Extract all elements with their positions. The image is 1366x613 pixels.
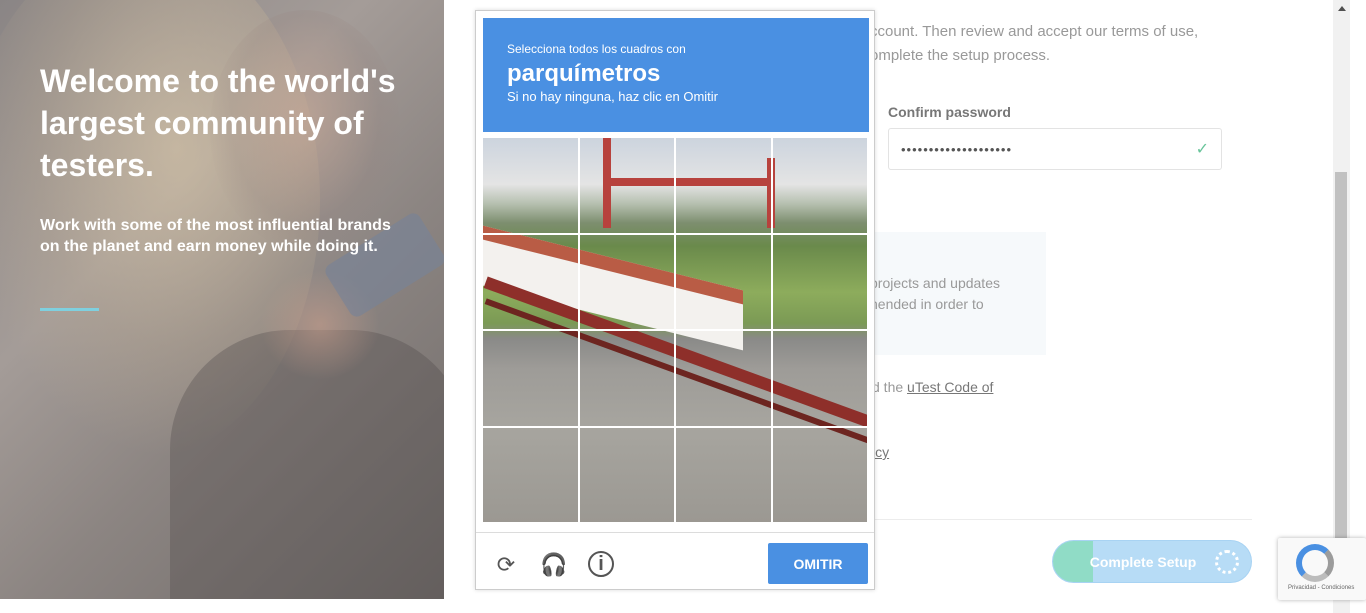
captcha-tile[interactable]	[579, 331, 676, 428]
reload-icon[interactable]: ⟳	[492, 551, 520, 579]
page-scrollbar[interactable]	[1333, 0, 1350, 613]
captcha-tile[interactable]	[772, 234, 869, 331]
hero-accent-line	[40, 308, 99, 311]
code-of-conduct-prefix: d the	[872, 379, 908, 395]
setup-intro-text: ccount. Then review and accept our terms…	[870, 23, 1199, 64]
captcha-tile[interactable]	[483, 331, 580, 428]
captcha-tile[interactable]	[579, 138, 676, 235]
captcha-tile[interactable]	[676, 138, 773, 235]
captcha-tile[interactable]	[676, 427, 773, 524]
captcha-tile[interactable]	[483, 427, 580, 524]
captcha-footer: ⟳ 🎧 i OMITIR	[476, 532, 874, 589]
captcha-tile[interactable]	[483, 234, 580, 331]
check-icon: ✓	[1195, 141, 1209, 158]
captcha-tile[interactable]	[483, 138, 580, 235]
audio-icon[interactable]: 🎧	[540, 551, 568, 579]
hero-panel: Welcome to the world's largest community…	[0, 0, 444, 599]
captcha-header: Selecciona todos los cuadros con parquím…	[483, 18, 869, 132]
info-box: projects and updates hended in order to	[868, 232, 1046, 355]
hero-subtitle: Work with some of the most influential b…	[40, 217, 391, 255]
code-of-conduct-link[interactable]: uTest Code of	[907, 379, 993, 395]
confirm-password-input[interactable]: •••••••••••••••••••• ✓	[888, 128, 1222, 170]
captcha-tile[interactable]	[676, 331, 773, 428]
captcha-challenge: Selecciona todos los cuadros con parquím…	[475, 10, 875, 590]
captcha-tile[interactable]	[772, 331, 869, 428]
captcha-tile[interactable]	[772, 138, 869, 235]
recaptcha-badge[interactable]: Privacidad - Condiciones	[1278, 538, 1366, 600]
complete-setup-label: Complete Setup	[1089, 553, 1197, 570]
scroll-up-arrow-icon[interactable]	[1338, 6, 1346, 11]
captcha-tile[interactable]	[579, 427, 676, 524]
captcha-hint: Si no hay ninguna, haz clic en Omitir	[507, 89, 718, 104]
captcha-image-grid	[483, 138, 869, 524]
info-icon[interactable]: i	[588, 551, 614, 577]
hero-title: Welcome to the world's largest community…	[40, 63, 396, 183]
captcha-tile[interactable]	[676, 234, 773, 331]
scrollbar-thumb[interactable]	[1335, 172, 1347, 542]
recaptcha-logo-icon	[1296, 544, 1334, 582]
captcha-tile[interactable]	[579, 234, 676, 331]
captcha-tile[interactable]	[772, 427, 869, 524]
skip-button[interactable]: OMITIR	[768, 543, 868, 584]
complete-setup-button[interactable]: Complete Setup	[1052, 540, 1252, 583]
code-of-conduct-text: d the uTest Code of	[872, 379, 993, 395]
captcha-instruction: Selecciona todos los cuadros con	[507, 42, 686, 56]
confirm-password-value: ••••••••••••••••••••	[901, 141, 1013, 157]
confirm-password-label: Confirm password	[888, 104, 1011, 120]
info-box-text: projects and updates hended in order to	[870, 275, 1000, 312]
captcha-target: parquímetros	[507, 60, 661, 87]
form-divider	[868, 519, 1252, 520]
recaptcha-footer-text: Privacidad - Condiciones	[1288, 585, 1355, 591]
progress-fill	[1053, 541, 1093, 582]
spinner-icon	[1215, 550, 1239, 574]
